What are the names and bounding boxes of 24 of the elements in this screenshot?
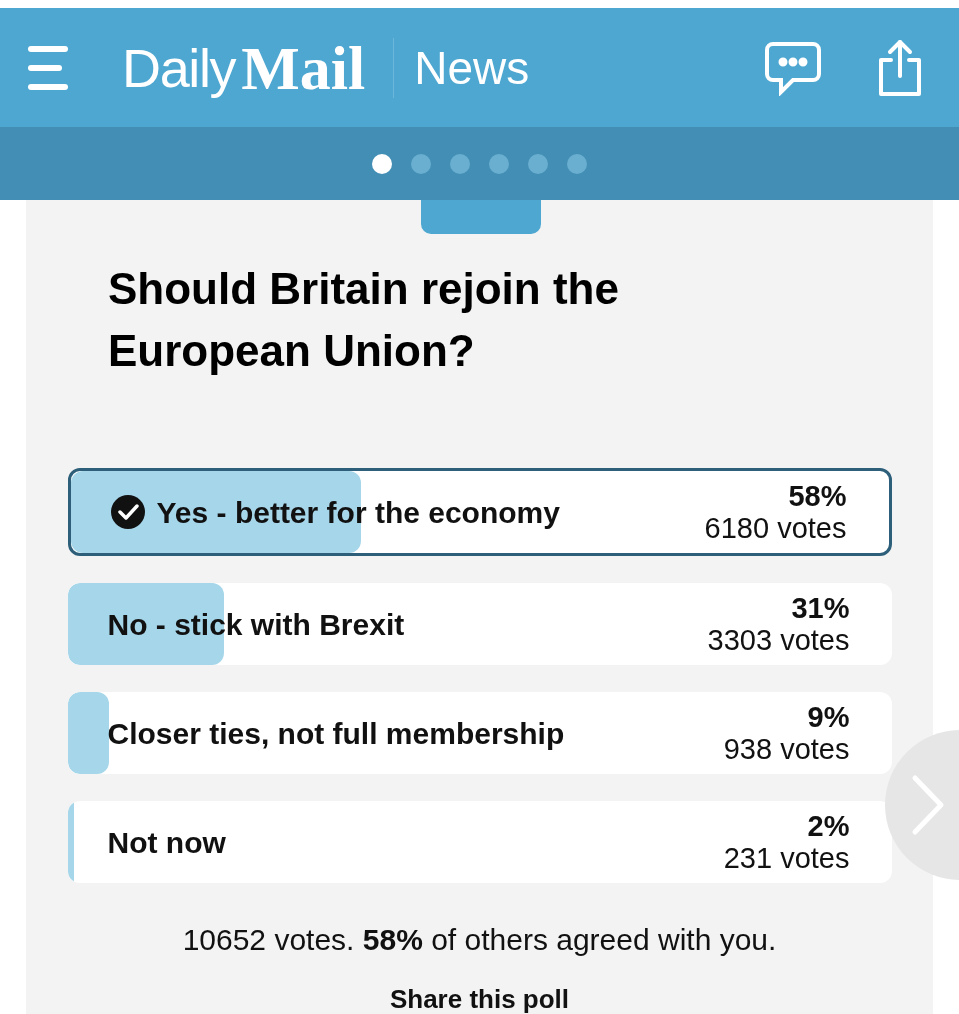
share-link[interactable]: Share this poll bbox=[389, 986, 570, 1012]
poll-option[interactable]: Not now 2% 231 votes bbox=[67, 801, 892, 883]
option-votes: 938 votes bbox=[723, 733, 850, 765]
option-label: Not now bbox=[107, 824, 227, 861]
option-percent: 31% bbox=[791, 592, 850, 624]
option-votes: 231 votes bbox=[723, 842, 850, 874]
option-votes: 3303 votes bbox=[707, 624, 850, 656]
chevron-right-icon bbox=[911, 774, 945, 836]
poll-option[interactable]: Yes - better for the economy 58% 6180 votes bbox=[67, 468, 892, 556]
option-label: Yes - better for the economy bbox=[156, 494, 561, 531]
section-title: News bbox=[414, 44, 530, 91]
option-label: No - stick with Brexit bbox=[107, 606, 406, 643]
comments-icon[interactable] bbox=[763, 39, 823, 96]
option-percent: 58% bbox=[788, 480, 847, 512]
option-percent: 2% bbox=[807, 810, 850, 842]
poll-option[interactable]: Closer ties, not full membership 9% 938 votes bbox=[67, 692, 892, 774]
option-label: Closer ties, not full membership bbox=[107, 715, 566, 752]
check-icon bbox=[110, 495, 145, 529]
logo-mail: Mail bbox=[241, 36, 366, 99]
option-votes: 6180 votes bbox=[704, 512, 847, 544]
poll-question: Should Britain rejoin the European Union? bbox=[108, 263, 620, 377]
poll-summary: 10652 votes. 58% of others agreed with you. bbox=[182, 922, 777, 958]
option-percent: 9% bbox=[807, 701, 850, 733]
poll-option[interactable]: No - stick with Brexit 31% 3303 votes bbox=[67, 583, 892, 665]
